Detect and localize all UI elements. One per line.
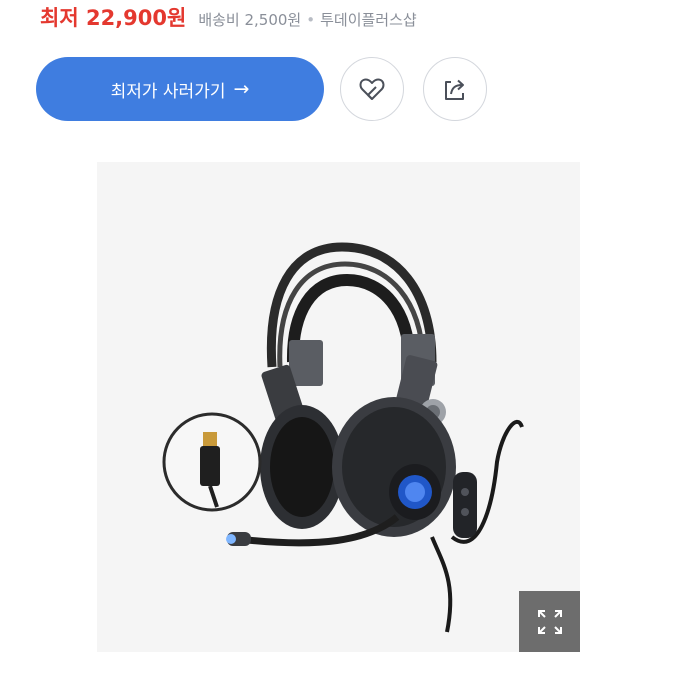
seller-name[interactable]: 투데이플러스샵 [320, 11, 417, 29]
shipping-info: 배송비 2,500원 • 투데이플러스샵 [198, 9, 416, 30]
share-button[interactable] [423, 57, 487, 121]
expand-icon [537, 609, 562, 634]
wishlist-button[interactable] [340, 57, 404, 121]
buy-button-label: 최저가 사러가기 [110, 81, 226, 102]
expand-image-button[interactable] [519, 591, 580, 652]
headset-icon [162, 242, 524, 633]
shipping-fee: 배송비 2,500원 [198, 11, 302, 29]
arrow-right-icon: → [233, 78, 250, 100]
lowest-price: 최저 22,900원 [40, 6, 187, 30]
product-image [97, 162, 580, 652]
separator-dot: • [306, 11, 316, 29]
buy-lowest-price-button[interactable]: 최저가 사러가기 → [36, 57, 324, 121]
share-icon [445, 79, 464, 100]
heart-icon [359, 78, 385, 100]
price-row: 최저 22,900원 배송비 2,500원 • 투데이플러스샵 [40, 2, 417, 32]
